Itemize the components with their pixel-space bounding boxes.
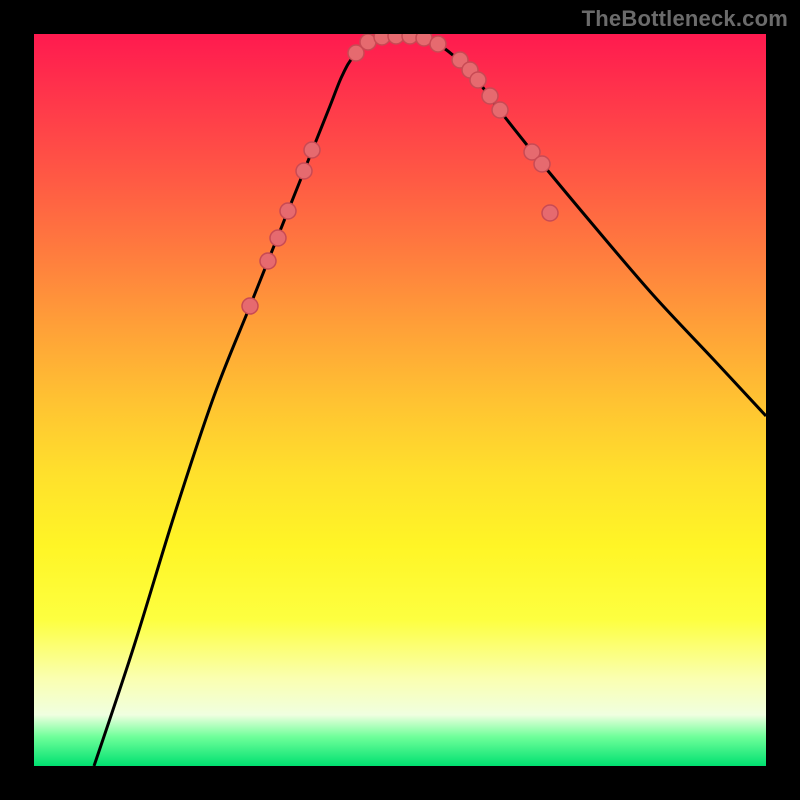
data-point (260, 253, 276, 269)
curve-line (94, 35, 766, 766)
data-point (280, 203, 296, 219)
data-point (304, 142, 320, 158)
data-markers (242, 34, 558, 314)
data-point (542, 205, 558, 221)
watermark-text: TheBottleneck.com (582, 6, 788, 32)
chart-frame: TheBottleneck.com (0, 0, 800, 800)
plot-area (34, 34, 766, 766)
chart-svg (34, 34, 766, 766)
data-point (296, 163, 312, 179)
data-point (534, 156, 550, 172)
data-point (470, 72, 486, 88)
curve-path (94, 35, 766, 766)
data-point (242, 298, 258, 314)
data-point (430, 36, 446, 52)
data-point (270, 230, 286, 246)
data-point (492, 102, 508, 118)
data-point (482, 88, 498, 104)
